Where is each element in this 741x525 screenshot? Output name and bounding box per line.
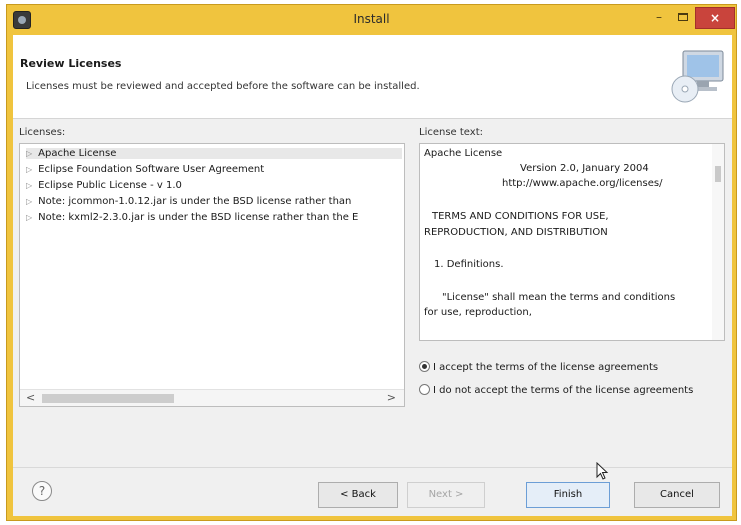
license-text-line: Apache License <box>424 148 503 159</box>
mouse-pointer-icon <box>596 462 609 480</box>
licenses-tree[interactable]: ▷ Apache License ▷ Eclipse Foundation Soft… <box>19 143 405 407</box>
accept-label: I accept the terms of the license agreem… <box>433 362 659 373</box>
decline-label: I do not accept the terms of the license… <box>433 385 694 396</box>
radio-checked-icon[interactable] <box>419 361 430 372</box>
title-bar[interactable]: Install – × <box>7 5 736 35</box>
help-icon[interactable]: ? <box>32 481 52 501</box>
license-item-epl[interactable]: ▷ Eclipse Public License - v 1.0 <box>26 180 402 191</box>
scrollbar-thumb[interactable] <box>715 166 721 182</box>
computer-install-icon <box>671 50 724 103</box>
next-button[interactable]: Next > <box>407 482 485 508</box>
license-text-line: http://www.apache.org/licenses/ <box>502 178 663 189</box>
license-text-line: TERMS AND CONDITIONS FOR USE, <box>432 211 609 222</box>
expand-arrow-icon: ▷ <box>26 149 33 158</box>
wizard-header: Review Licenses Licenses must be reviewe… <box>13 35 732 119</box>
scrollbar-thumb[interactable] <box>42 394 174 403</box>
expand-arrow-icon: ▷ <box>26 181 33 190</box>
horizontal-scrollbar[interactable]: < > <box>20 389 404 406</box>
page-description: Licenses must be reviewed and accepted b… <box>26 81 420 92</box>
license-item-apache[interactable]: ▷ Apache License <box>26 148 402 159</box>
vertical-scrollbar[interactable] <box>712 144 724 340</box>
minimize-button[interactable]: – <box>647 7 671 29</box>
license-text-line: 1. Definitions. <box>434 259 504 270</box>
license-item-eclipse-foundation[interactable]: ▷ Eclipse Foundation Software User Agreem… <box>26 164 402 175</box>
dialog-body: Review Licenses Licenses must be reviewe… <box>13 35 732 516</box>
page-title: Review Licenses <box>20 57 122 70</box>
license-text-line: Version 2.0, January 2004 <box>520 163 649 174</box>
decline-radio-option[interactable]: I do not accept the terms of the license… <box>419 384 693 396</box>
licenses-label: Licenses: <box>19 127 66 138</box>
expand-arrow-icon: ▷ <box>26 197 33 206</box>
footer-divider <box>13 467 732 468</box>
license-text-line: for use, reproduction, <box>424 307 532 318</box>
license-item-label: Note: kxml2-2.3.0.jar is under the BSD l… <box>38 212 359 223</box>
license-item-jcommon[interactable]: ▷ Note: jcommon-1.0.12.jar is under the B… <box>26 196 402 207</box>
maximize-icon <box>678 13 688 21</box>
scroll-left-arrow[interactable]: < <box>26 391 35 404</box>
accept-radio-option[interactable]: I accept the terms of the license agreem… <box>419 361 658 373</box>
license-text-line: "License" shall mean the terms and condi… <box>442 292 676 303</box>
expand-arrow-icon: ▷ <box>26 213 33 222</box>
license-text-line: REPRODUCTION, AND DISTRIBUTION <box>424 227 608 238</box>
license-item-label: Note: jcommon-1.0.12.jar is under the BS… <box>38 196 352 207</box>
radio-unchecked-icon[interactable] <box>419 384 430 395</box>
license-item-label: Eclipse Public License - v 1.0 <box>38 180 182 191</box>
maximize-button[interactable] <box>671 7 695 29</box>
expand-arrow-icon: ▷ <box>26 165 33 174</box>
license-item-label: Eclipse Foundation Software User Agreeme… <box>38 164 265 175</box>
license-item-kxml2[interactable]: ▷ Note: kxml2-2.3.0.jar is under the BSD … <box>26 212 402 223</box>
close-button[interactable]: × <box>695 7 735 29</box>
window-title: Install <box>353 12 390 26</box>
license-text-label: License text: <box>419 127 483 138</box>
scroll-right-arrow[interactable]: > <box>387 391 396 404</box>
back-button[interactable]: < Back <box>318 482 398 508</box>
finish-button[interactable]: Finish <box>526 482 610 508</box>
cancel-button[interactable]: Cancel <box>634 482 720 508</box>
install-window: Install – × Review Licenses Licenses mus… <box>6 4 737 521</box>
license-text-area[interactable]: Apache License Version 2.0, January 2004… <box>419 143 725 341</box>
license-item-label: Apache License <box>38 148 117 159</box>
